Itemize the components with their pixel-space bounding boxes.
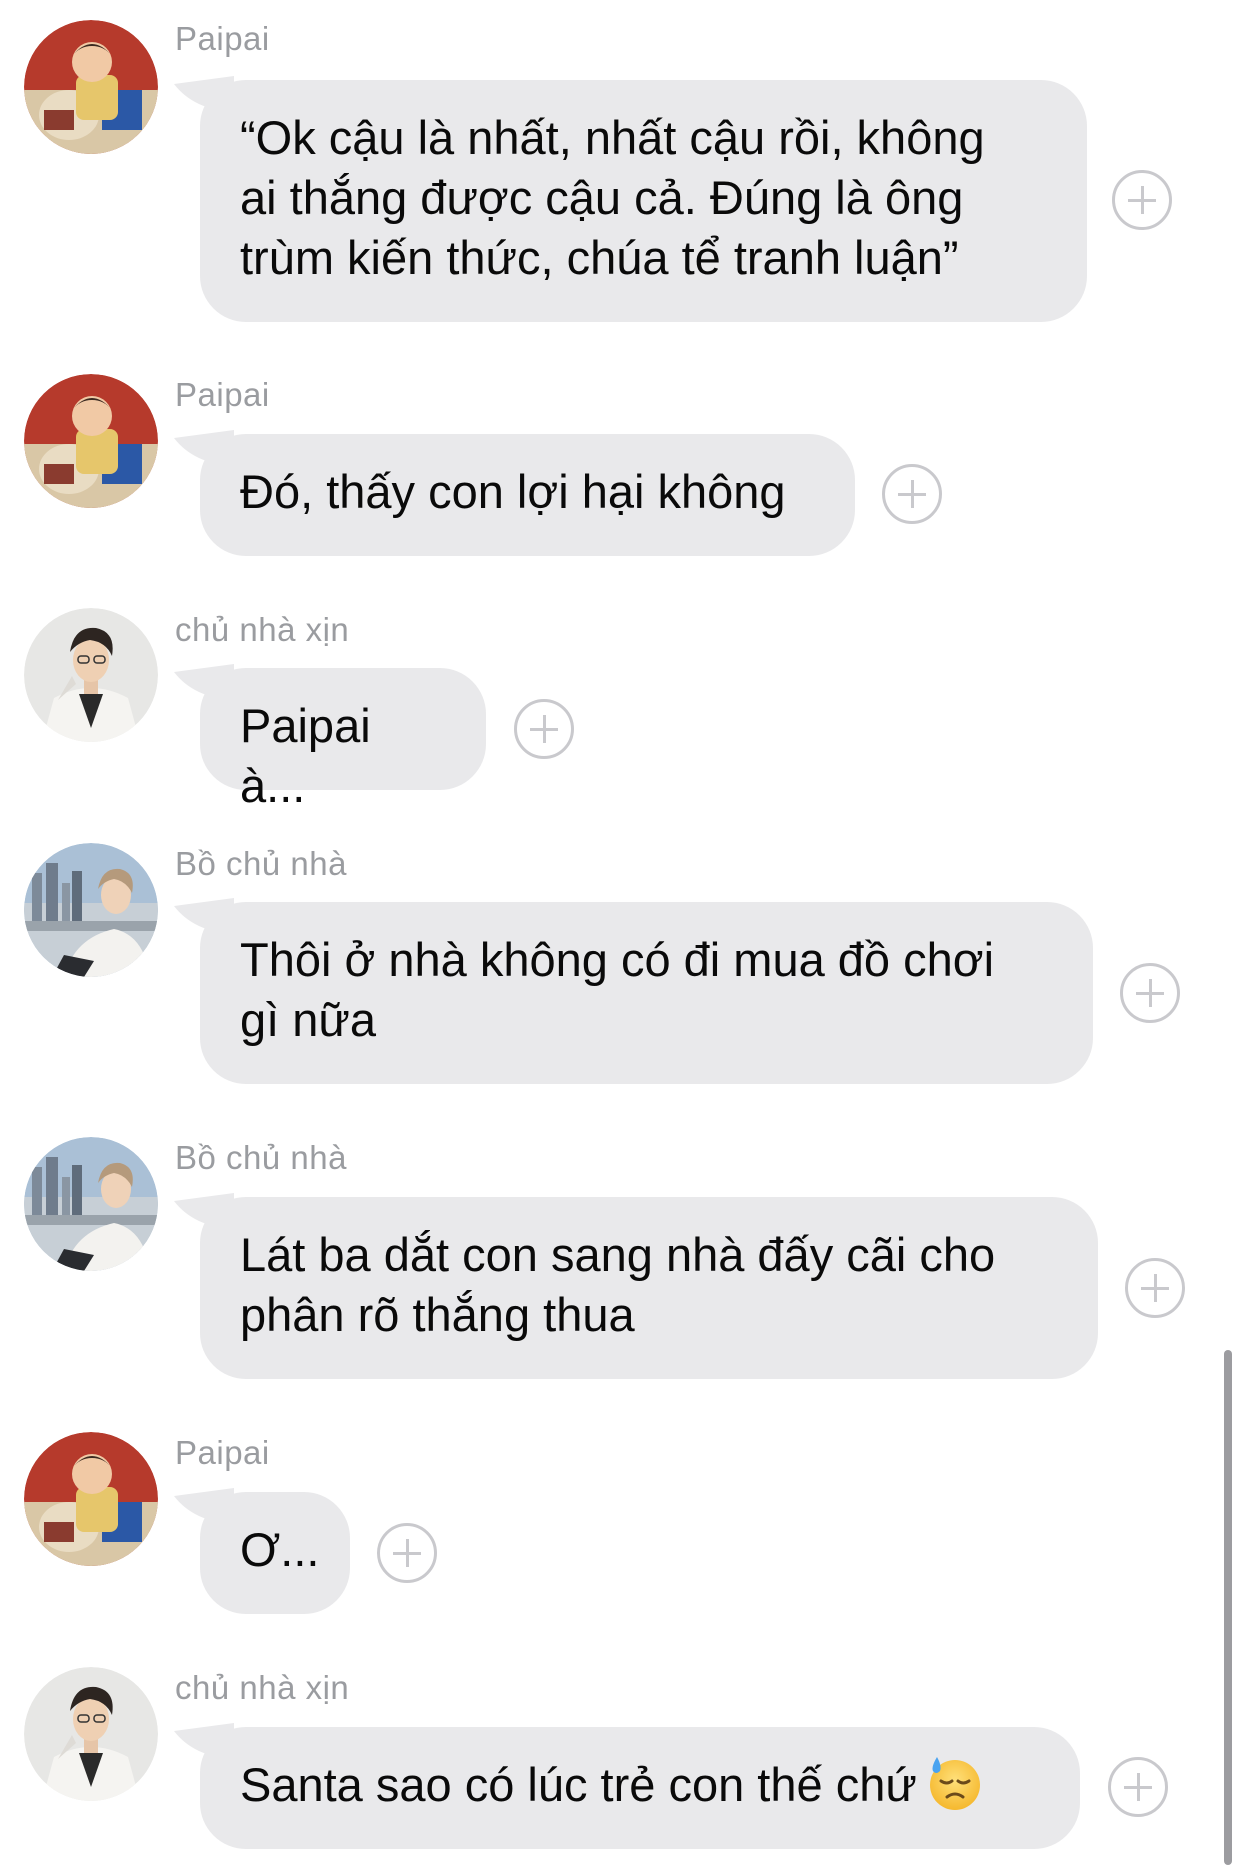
message-bubble[interactable]: Lát ba dắt con sang nhà đấy cãi cho phân… xyxy=(200,1197,1098,1379)
message-bubble[interactable]: Ơ... xyxy=(200,1492,350,1614)
sender-name: Bồ chủ nhà xyxy=(175,845,347,882)
sender-name: Paipai xyxy=(175,1434,270,1471)
add-reaction-button[interactable] xyxy=(1108,1757,1168,1817)
message-text: Lát ba dắt con sang nhà đấy cãi cho phân… xyxy=(240,1228,996,1341)
chat-thread[interactable]: Paipai “Ok cậu là nhất, nhất cậu rồi, kh… xyxy=(0,0,1242,1865)
add-reaction-button[interactable] xyxy=(882,464,942,524)
bo-chu-nha-avatar[interactable] xyxy=(24,843,158,977)
sender-name: Paipai xyxy=(175,20,270,57)
sender-name: chủ nhà xịn xyxy=(175,611,350,648)
paipai-avatar[interactable] xyxy=(24,20,158,154)
bo-chu-nha-avatar[interactable] xyxy=(24,1137,158,1271)
sender-name: Paipai xyxy=(175,376,270,413)
message-text: Đó, thấy con lợi hại không xyxy=(240,465,786,518)
sender-name: chủ nhà xịn xyxy=(175,1669,350,1706)
chu-nha-xin-avatar[interactable] xyxy=(24,608,158,742)
message-bubble[interactable]: “Ok cậu là nhất, nhất cậu rồi, không ai … xyxy=(200,80,1087,322)
message-bubble[interactable]: Santa sao có lúc trẻ con thế chứ xyxy=(200,1727,1080,1849)
message-text: Santa sao có lúc trẻ con thế chứ xyxy=(240,1758,917,1811)
message-text: “Ok cậu là nhất, nhất cậu rồi, không ai … xyxy=(240,111,985,284)
add-reaction-button[interactable] xyxy=(1125,1258,1185,1318)
message-text: Thôi ở nhà không có đi mua đồ chơi gì nữ… xyxy=(240,933,995,1046)
message-text: Ơ... xyxy=(240,1523,320,1576)
add-reaction-button[interactable] xyxy=(514,699,574,759)
sender-name: Bồ chủ nhà xyxy=(175,1139,347,1176)
paipai-avatar[interactable] xyxy=(24,374,158,508)
message-bubble[interactable]: Đó, thấy con lợi hại không xyxy=(200,434,855,556)
message-text: Paipai à... xyxy=(240,699,371,812)
paipai-avatar[interactable] xyxy=(24,1432,158,1566)
chu-nha-xin-avatar[interactable] xyxy=(24,1667,158,1801)
message-bubble[interactable]: Paipai à... xyxy=(200,668,486,812)
sweat-face-emoji xyxy=(927,1755,983,1811)
message-bubble[interactable]: Thôi ở nhà không có đi mua đồ chơi gì nữ… xyxy=(200,902,1093,1084)
scrollbar[interactable] xyxy=(1224,1350,1232,1865)
add-reaction-button[interactable] xyxy=(1120,963,1180,1023)
add-reaction-button[interactable] xyxy=(1112,170,1172,230)
add-reaction-button[interactable] xyxy=(377,1523,437,1583)
